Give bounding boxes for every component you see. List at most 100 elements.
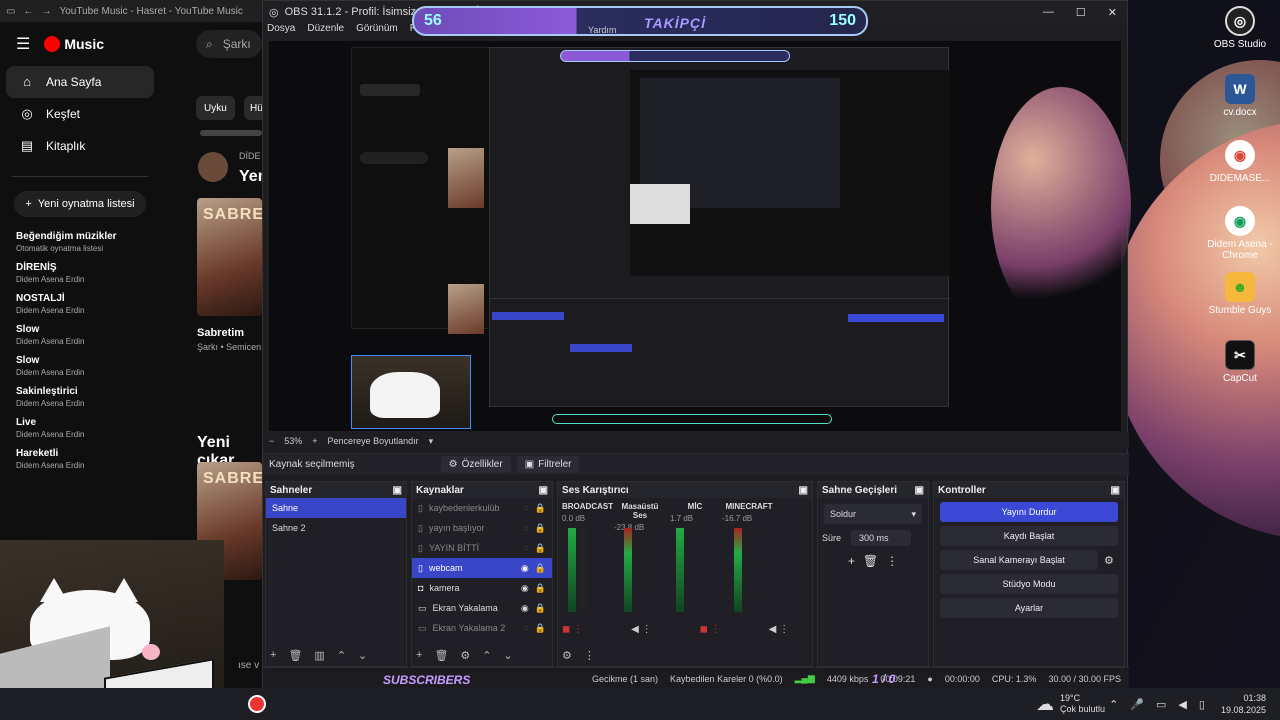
gear-icon[interactable]: ⚙ (1104, 554, 1114, 567)
microphone-icon[interactable]: 🎤 (1130, 698, 1144, 711)
album-title[interactable]: Sabretim (197, 327, 244, 339)
close-icon[interactable]: ✕ (1108, 6, 1117, 19)
volume-slider[interactable] (578, 528, 586, 612)
arrow-down-icon[interactable]: ⌄ (504, 649, 513, 662)
arrow-down-icon[interactable]: ⌄ (358, 649, 367, 662)
scene-item[interactable]: Sahne (266, 498, 406, 518)
battery-icon[interactable]: ▯ (1199, 698, 1205, 711)
source-item[interactable]: ▯ webcam ◉ 🔒 (412, 558, 552, 578)
nav-explore[interactable]: ◎ Keşfet (0, 98, 160, 130)
lock-icon[interactable]: 🔒 (535, 543, 546, 554)
desktop-icon-stumble-guys[interactable]: ☻ Stumble Guys (1200, 272, 1280, 316)
playlist-item[interactable]: Slow Didem Asena Erdin (0, 355, 160, 377)
eye-icon[interactable]: ◉ (521, 583, 529, 594)
speaker-icon[interactable]: ◀ ⋮ (769, 624, 789, 635)
gear-icon[interactable]: ⚙ (460, 649, 470, 662)
back-icon[interactable]: ← (23, 6, 33, 17)
filters-button[interactable]: ▣ Filtreler (516, 456, 580, 473)
properties-button[interactable]: ⚙ Özellikler (440, 456, 511, 473)
clock[interactable]: 01:38 19.08.2025 (1221, 692, 1266, 716)
menu-file[interactable]: Dosya (267, 23, 295, 39)
undock-icon[interactable]: ▣ (393, 485, 402, 496)
chip-sleep[interactable]: Uyku (196, 96, 235, 120)
eye-hidden-icon[interactable]: ◌ (523, 523, 528, 533)
nav-home[interactable]: ⌂ Ana Sayfa (6, 66, 154, 98)
add-icon[interactable]: + (416, 649, 422, 662)
speaker-icon[interactable]: ◀ ⋮ (631, 624, 651, 635)
stop-streaming-button[interactable]: Yayını Durdur (940, 502, 1118, 522)
eye-hidden-icon[interactable]: ◌ (523, 543, 528, 553)
start-virtual-camera-button[interactable]: Sanal Kamerayı Başlat (940, 550, 1098, 570)
yt-logo[interactable]: Music (44, 36, 104, 52)
desktop-icon-docx[interactable]: W cv.docx (1200, 74, 1280, 118)
desktop-icon-chrome[interactable]: ◉ Didem Asena - Chrome (1200, 206, 1280, 261)
trash-icon[interactable]: 🗑 (288, 649, 302, 662)
source-item[interactable]: ▭ Ekran Yakalama ◉ 🔒 (412, 598, 552, 618)
source-item[interactable]: ◘ kamera ◉ 🔒 (412, 578, 552, 598)
undock-icon[interactable]: ▣ (1111, 485, 1120, 496)
trash-icon[interactable]: 🗑 (863, 554, 878, 568)
chevron-down-icon[interactable]: ▾ (429, 436, 434, 447)
maximize-icon[interactable]: ☐ (1076, 6, 1086, 19)
gear-icon[interactable]: ⚙ (562, 649, 572, 662)
more-icon[interactable]: ⋮ (584, 649, 595, 662)
hamburger-icon[interactable]: ☰ (16, 34, 30, 54)
playlist-item[interactable]: Hareketli Didem Asena Erdin (0, 448, 160, 470)
chevron-up-icon[interactable]: ⌃ (1109, 698, 1118, 711)
playlist-item[interactable]: Beğendiğim müzikler Otomatik oynatma list… (0, 231, 160, 253)
menu-edit[interactable]: Düzenle (307, 23, 344, 39)
weather-widget[interactable]: 19°C Çok bulutlu (1060, 693, 1105, 715)
desktop-icon-chrome-profile[interactable]: ◉ DIDEMASE... (1200, 140, 1280, 184)
add-icon[interactable]: + (270, 649, 276, 662)
network-icon[interactable]: ▭ (1156, 698, 1166, 711)
zoom-in-icon[interactable]: + (312, 436, 317, 446)
arrow-up-icon[interactable]: ⌃ (337, 649, 346, 662)
undock-icon[interactable]: ▣ (799, 485, 808, 496)
trash-icon[interactable]: 🗑 (434, 649, 448, 662)
start-recording-button[interactable]: Kaydı Başlat (940, 526, 1118, 546)
duration-input[interactable]: 300 ms (851, 530, 912, 546)
lock-icon[interactable]: 🔒 (535, 523, 546, 534)
forward-icon[interactable]: → (41, 6, 51, 17)
volume-icon[interactable]: ◀ (1178, 698, 1186, 711)
arrow-up-icon[interactable]: ⌃ (482, 649, 491, 662)
eye-hidden-icon[interactable]: ◌ (523, 503, 528, 513)
source-item[interactable]: ▯ yayın başlıyor ◌ 🔒 (412, 518, 552, 538)
lock-icon[interactable]: 🔒 (535, 603, 546, 614)
playlist-item[interactable]: DİRENİŞ Didem Asena Erdin (0, 262, 160, 284)
undock-icon[interactable]: ▣ (915, 485, 924, 496)
lock-icon[interactable]: 🔒 (535, 503, 546, 514)
obs-preview-canvas[interactable] (269, 41, 1131, 431)
studio-mode-button[interactable]: Stüdyo Modu (940, 574, 1118, 594)
nav-library[interactable]: ▤ Kitaplık (0, 130, 160, 162)
album-art[interactable]: SABRE (197, 198, 263, 316)
undock-icon[interactable]: ▣ (539, 485, 548, 496)
new-playlist-button[interactable]: + Yeni oynatma listesi (14, 191, 146, 217)
filter-icon[interactable]: ▥ (314, 649, 324, 662)
carousel-scrollbar[interactable] (200, 130, 262, 136)
playlist-item[interactable]: Slow Didem Asena Erdin (0, 324, 160, 346)
source-item[interactable]: ▭ Ekran Yakalama 2 ◌ 🔒 (412, 618, 552, 638)
scene-item[interactable]: Sahne 2 (266, 518, 406, 538)
more-icon[interactable]: ⋮ (886, 554, 898, 568)
source-item[interactable]: ▯ YAYIN BİTTİ ◌ 🔒 (412, 538, 552, 558)
eye-icon[interactable]: ◉ (521, 603, 529, 614)
minimize-icon[interactable]: — (1043, 6, 1054, 19)
eye-icon[interactable]: ◉ (521, 563, 529, 574)
menu-view[interactable]: Görünüm (356, 23, 398, 39)
add-icon[interactable]: + (848, 554, 855, 568)
eye-hidden-icon[interactable]: ◌ (523, 623, 528, 633)
playlist-item[interactable]: NOSTALJİ Didem Asena Erdin (0, 293, 160, 315)
preview-webcam-source[interactable] (351, 355, 471, 429)
youtube-music-taskbar-icon[interactable] (248, 695, 266, 713)
transition-select[interactable]: Soldur ▾ (824, 504, 922, 524)
lock-icon[interactable]: 🔒 (535, 583, 546, 594)
zoom-out-icon[interactable]: − (269, 436, 274, 446)
desktop-icon-capcut[interactable]: ✂ CapCut (1200, 340, 1280, 384)
mute-icon[interactable]: ◼ ⋮ (562, 624, 583, 635)
lock-icon[interactable]: 🔒 (535, 623, 546, 634)
playlist-item[interactable]: Live Didem Asena Erdin (0, 417, 160, 439)
mute-icon[interactable]: ◼ ⋮ (700, 624, 721, 635)
settings-button[interactable]: Ayarlar (940, 598, 1118, 618)
desktop-icon-obs[interactable]: ◎ OBS Studio (1200, 6, 1280, 50)
